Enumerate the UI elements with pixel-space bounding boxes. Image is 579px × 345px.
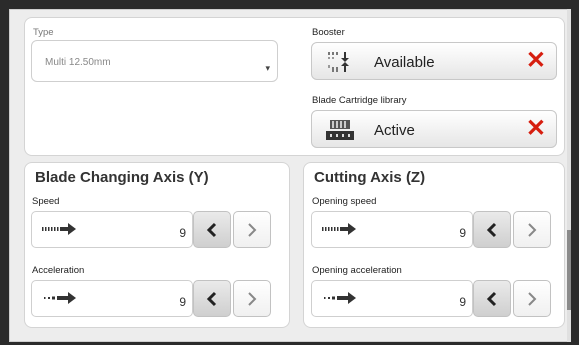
blade-acceleration-field[interactable]: 9 xyxy=(31,280,193,317)
booster-status: Available xyxy=(374,54,435,71)
blade-cartridge-icon xyxy=(326,120,354,140)
type-select[interactable]: Multi 12.50mm ▾ xyxy=(31,40,278,82)
chevron-down-icon: ▾ xyxy=(265,63,270,73)
acceleration-arrow-icon xyxy=(44,292,76,304)
blade-speed-decrease-button[interactable] xyxy=(193,211,231,248)
blade-speed-label: Speed xyxy=(32,196,60,207)
blade-acceleration-label: Acceleration xyxy=(32,265,85,276)
type-label: Type xyxy=(33,27,54,38)
acceleration-arrow-icon xyxy=(324,292,356,304)
chevron-left-icon xyxy=(206,222,217,238)
remove-booster-icon[interactable]: ✕ xyxy=(526,47,546,75)
window-frame-top xyxy=(0,0,579,9)
opening-acceleration-field[interactable]: 9 xyxy=(311,280,473,317)
blade-library-button[interactable]: Active ✕ xyxy=(311,110,557,148)
blade-library-status: Active xyxy=(374,122,415,139)
type-value: Multi 12.50mm xyxy=(45,57,111,68)
opening-acceleration-label: Opening acceleration xyxy=(312,265,402,276)
chevron-right-icon xyxy=(248,223,257,237)
booster-label: Booster xyxy=(312,27,345,38)
chevron-left-icon xyxy=(486,222,497,238)
blade-speed-value: 9 xyxy=(179,226,186,240)
opening-acceleration-value: 9 xyxy=(459,295,466,309)
chevron-left-icon xyxy=(486,291,497,307)
opening-acceleration-increase-button[interactable] xyxy=(513,280,551,317)
window-frame-right xyxy=(571,0,579,345)
chevron-right-icon xyxy=(528,223,537,237)
blade-axis-title: Blade Changing Axis (Y) xyxy=(35,169,209,186)
booster-button[interactable]: Available ✕ xyxy=(311,42,557,80)
speed-arrow-icon xyxy=(42,223,76,235)
blade-acceleration-decrease-button[interactable] xyxy=(193,280,231,317)
booster-icon xyxy=(328,52,349,72)
blade-speed-field[interactable]: 9 xyxy=(31,211,193,248)
chevron-right-icon xyxy=(528,292,537,306)
cutting-axis-title: Cutting Axis (Z) xyxy=(314,169,426,186)
opening-speed-increase-button[interactable] xyxy=(513,211,551,248)
blade-library-label: Blade Cartridge library xyxy=(312,95,407,106)
chevron-left-icon xyxy=(206,291,217,307)
blade-acceleration-increase-button[interactable] xyxy=(233,280,271,317)
scrollbar-thumb[interactable] xyxy=(567,230,571,310)
window-frame-left xyxy=(0,0,9,345)
blade-speed-increase-button[interactable] xyxy=(233,211,271,248)
blade-acceleration-value: 9 xyxy=(179,295,186,309)
opening-speed-label: Opening speed xyxy=(312,196,377,207)
remove-blade-library-icon[interactable]: ✕ xyxy=(526,115,546,143)
opening-speed-field[interactable]: 9 xyxy=(311,211,473,248)
opening-speed-decrease-button[interactable] xyxy=(473,211,511,248)
opening-acceleration-decrease-button[interactable] xyxy=(473,280,511,317)
chevron-right-icon xyxy=(248,292,257,306)
speed-arrow-icon xyxy=(322,223,356,235)
opening-speed-value: 9 xyxy=(459,226,466,240)
